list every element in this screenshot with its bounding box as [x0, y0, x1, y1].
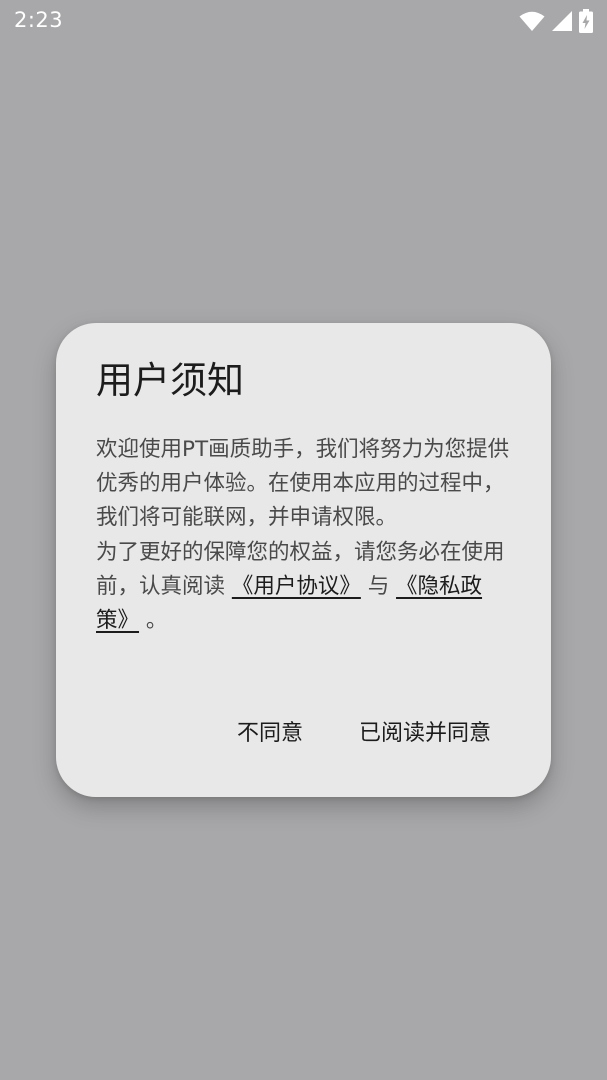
status-icons [519, 8, 593, 34]
dialog-actions: 不同意 已阅读并同意 [237, 717, 491, 751]
dialog-body: 欢迎使用PT画质助手，我们将努力为您提供优秀的用户体验。在使用本应用的过程中，我… [96, 433, 511, 638]
user-notice-dialog: 用户须知 欢迎使用PT画质助手，我们将努力为您提供优秀的用户体验。在使用本应用的… [56, 323, 551, 797]
status-bar: 2:23 [0, 0, 607, 42]
wifi-icon [519, 10, 545, 32]
status-time: 2:23 [14, 8, 64, 32]
dialog-paragraph-notice: 为了更好的保障您的权益，请您务必在使用前，认真阅读 《用户协议》 与 《隐私政策… [96, 536, 511, 639]
dialog-paragraph-intro: 欢迎使用PT画质助手，我们将努力为您提供优秀的用户体验。在使用本应用的过程中，我… [96, 437, 510, 531]
notice-middle-text: 与 [360, 573, 397, 599]
battery-charging-icon [579, 9, 593, 33]
cell-signal-icon [551, 10, 573, 32]
user-agreement-link[interactable]: 《用户协议》 [232, 574, 361, 599]
notice-suffix-text: 。 [139, 608, 168, 634]
disagree-button[interactable]: 不同意 [237, 717, 303, 751]
agree-button[interactable]: 已阅读并同意 [359, 717, 491, 751]
dialog-title: 用户须知 [96, 359, 244, 402]
